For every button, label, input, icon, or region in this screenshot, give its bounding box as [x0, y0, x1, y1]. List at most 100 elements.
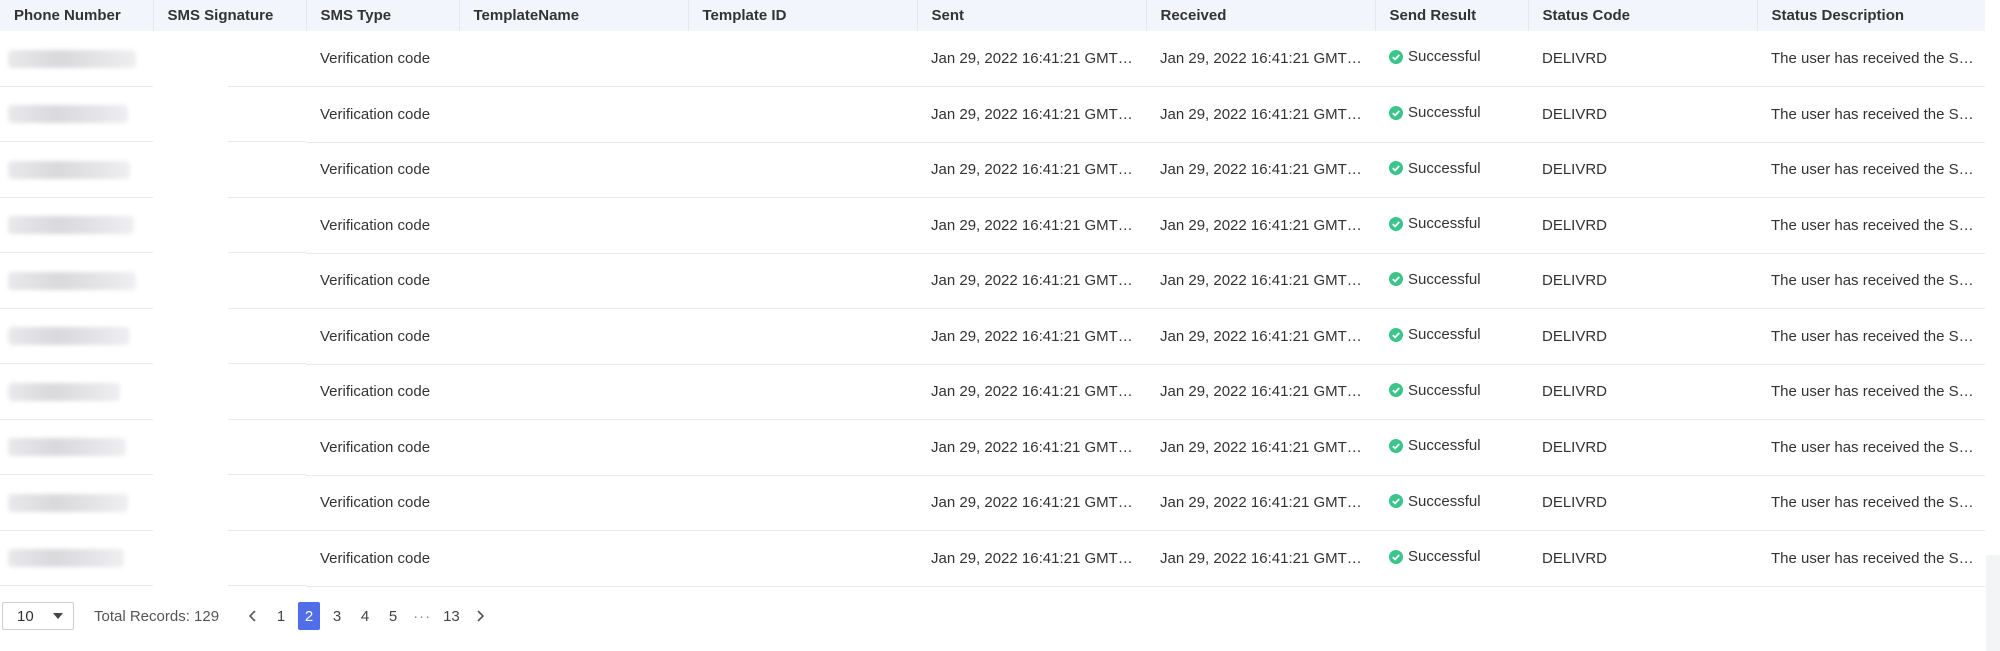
cell-sms-type: Verification code [306, 86, 459, 143]
page-size-value: 10 [17, 607, 34, 625]
send-result-text: Successful [1408, 548, 1481, 566]
cell-status-code: DELIVRD [1528, 142, 1757, 198]
header-template-id: Template ID [688, 0, 918, 31]
cell-template-name [459, 253, 688, 309]
cell-phone-number [0, 420, 153, 476]
cell-status-code: DELIVRD [1528, 308, 1757, 365]
cell-template-name [459, 364, 688, 420]
send-result-text: Successful [1408, 48, 1481, 66]
scrollbar-track[interactable] [1986, 555, 2000, 651]
redacted-phone [8, 271, 136, 290]
table-row: Verification code Jan 29, 2022 16:41:21 G… [0, 86, 1985, 143]
cell-send-result: Successful [1375, 475, 1528, 531]
redacted-phone [8, 105, 128, 124]
cell-send-result: Successful [1375, 364, 1528, 420]
page-button-4[interactable]: 4 [354, 602, 376, 630]
cell-sent: Jan 29, 2022 16:41:21 GMT… [917, 197, 1146, 254]
page-button-3[interactable]: 3 [326, 602, 348, 630]
sms-records-page: Phone Number SMS Signature SMS Type Templat… [0, 0, 2000, 651]
check-circle-icon [1389, 438, 1403, 453]
cell-sent: Jan 29, 2022 16:41:21 GMT… [917, 364, 1146, 420]
cell-sms-type: Verification code [306, 31, 459, 87]
check-circle-icon [1389, 549, 1403, 564]
redacted-phone [8, 549, 124, 568]
cell-status-description: The user has received the S… [1757, 530, 1985, 587]
send-result-text: Successful [1408, 270, 1481, 288]
send-result-text: Successful [1408, 215, 1481, 233]
cell-phone-number [0, 31, 153, 87]
cell-phone-number [0, 309, 153, 365]
cell-sent: Jan 29, 2022 16:41:21 GMT… [917, 308, 1146, 365]
page-button-2[interactable]: 2 [298, 602, 321, 630]
send-result-text: Successful [1408, 326, 1481, 344]
check-circle-icon [1389, 105, 1403, 120]
cell-sms-type: Verification code [306, 364, 459, 420]
total-records: Total Records: 129 [94, 607, 220, 625]
cell-template-name [459, 475, 688, 531]
page-button-5[interactable]: 5 [382, 602, 404, 630]
redacted-phone [8, 382, 120, 401]
cell-template-name [459, 530, 688, 587]
send-result-text: Successful [1408, 492, 1481, 510]
table-body: Verification code Jan 29, 2022 16:41:21 G… [0, 31, 1985, 587]
table-row: Verification code Jan 29, 2022 16:41:21 G… [0, 308, 1985, 365]
cell-template-id [688, 364, 917, 420]
page-button-1[interactable]: 1 [270, 602, 292, 630]
sms-records-table: Phone Number SMS Signature SMS Type Templat… [0, 0, 1985, 587]
check-circle-icon [1389, 49, 1403, 64]
cell-status-code: DELIVRD [1528, 364, 1757, 420]
cell-status-description: The user has received the S… [1757, 197, 1985, 254]
cell-received: Jan 29, 2022 16:41:21 GMT… [1146, 253, 1375, 309]
cell-status-code: DELIVRD [1528, 86, 1757, 143]
table-row: Verification code Jan 29, 2022 16:41:21 G… [0, 419, 1985, 476]
table-row: Verification code Jan 29, 2022 16:41:21 G… [0, 364, 1985, 420]
cell-status-code: DELIVRD [1528, 31, 1757, 87]
cell-template-id [688, 31, 917, 87]
cell-sms-signature [153, 142, 306, 198]
next-page-button[interactable] [469, 602, 491, 630]
header-status-description: Status Description [1771, 7, 1905, 24]
cell-sms-type: Verification code [306, 142, 459, 198]
cell-phone-number [0, 87, 153, 143]
cell-received: Jan 29, 2022 16:41:21 GMT… [1146, 475, 1375, 531]
page-ellipsis[interactable]: ··· [410, 602, 434, 630]
cell-status-description: The user has received the S… [1757, 142, 1985, 198]
cell-template-name [459, 419, 688, 476]
cell-status-code: DELIVRD [1528, 419, 1757, 476]
cell-template-id [688, 142, 917, 198]
cell-status-description: The user has received the S… [1757, 31, 1985, 87]
cell-sent: Jan 29, 2022 16:41:21 GMT… [917, 419, 1146, 476]
cell-template-id [688, 419, 917, 476]
cell-received: Jan 29, 2022 16:41:21 GMT… [1146, 530, 1375, 587]
cell-sms-signature [153, 420, 306, 476]
header-status-code: Status Code [1528, 0, 1758, 31]
cell-send-result: Successful [1375, 308, 1528, 365]
chevron-left-icon [248, 610, 256, 622]
page-size-select[interactable]: 10 [2, 602, 74, 630]
pagination: 10 Total Records: 129 1 2 3 4 5 ··· 13 [0, 601, 494, 631]
cell-send-result: Successful [1375, 142, 1528, 198]
cell-received: Jan 29, 2022 16:41:21 GMT… [1146, 142, 1375, 198]
prev-page-button[interactable] [242, 602, 264, 630]
cell-sms-signature [153, 531, 306, 587]
cell-template-id [688, 253, 917, 309]
cell-sent: Jan 29, 2022 16:41:21 GMT… [917, 142, 1146, 198]
cell-sms-signature [153, 309, 306, 365]
cell-sms-type: Verification code [306, 419, 459, 476]
cell-received: Jan 29, 2022 16:41:21 GMT… [1146, 364, 1375, 420]
table-row: Verification code Jan 29, 2022 16:41:21 G… [0, 475, 1985, 531]
cell-status-code: DELIVRD [1528, 530, 1757, 587]
cell-status-description: The user has received the S… [1757, 364, 1985, 420]
cell-received: Jan 29, 2022 16:41:21 GMT… [1146, 419, 1375, 476]
cell-status-code: DELIVRD [1528, 197, 1757, 254]
check-circle-icon [1389, 216, 1403, 231]
cell-template-name [459, 31, 688, 87]
cell-status-code: DELIVRD [1528, 475, 1757, 531]
cell-sent: Jan 29, 2022 16:41:21 GMT… [917, 31, 1146, 87]
cell-status-description: The user has received the S… [1757, 253, 1985, 309]
cell-sms-signature [153, 198, 306, 254]
page-button-13[interactable]: 13 [440, 602, 463, 630]
cell-status-code: DELIVRD [1528, 253, 1757, 309]
cell-received: Jan 29, 2022 16:41:21 GMT… [1146, 86, 1375, 143]
header-phone-number: Phone Number [0, 0, 154, 31]
